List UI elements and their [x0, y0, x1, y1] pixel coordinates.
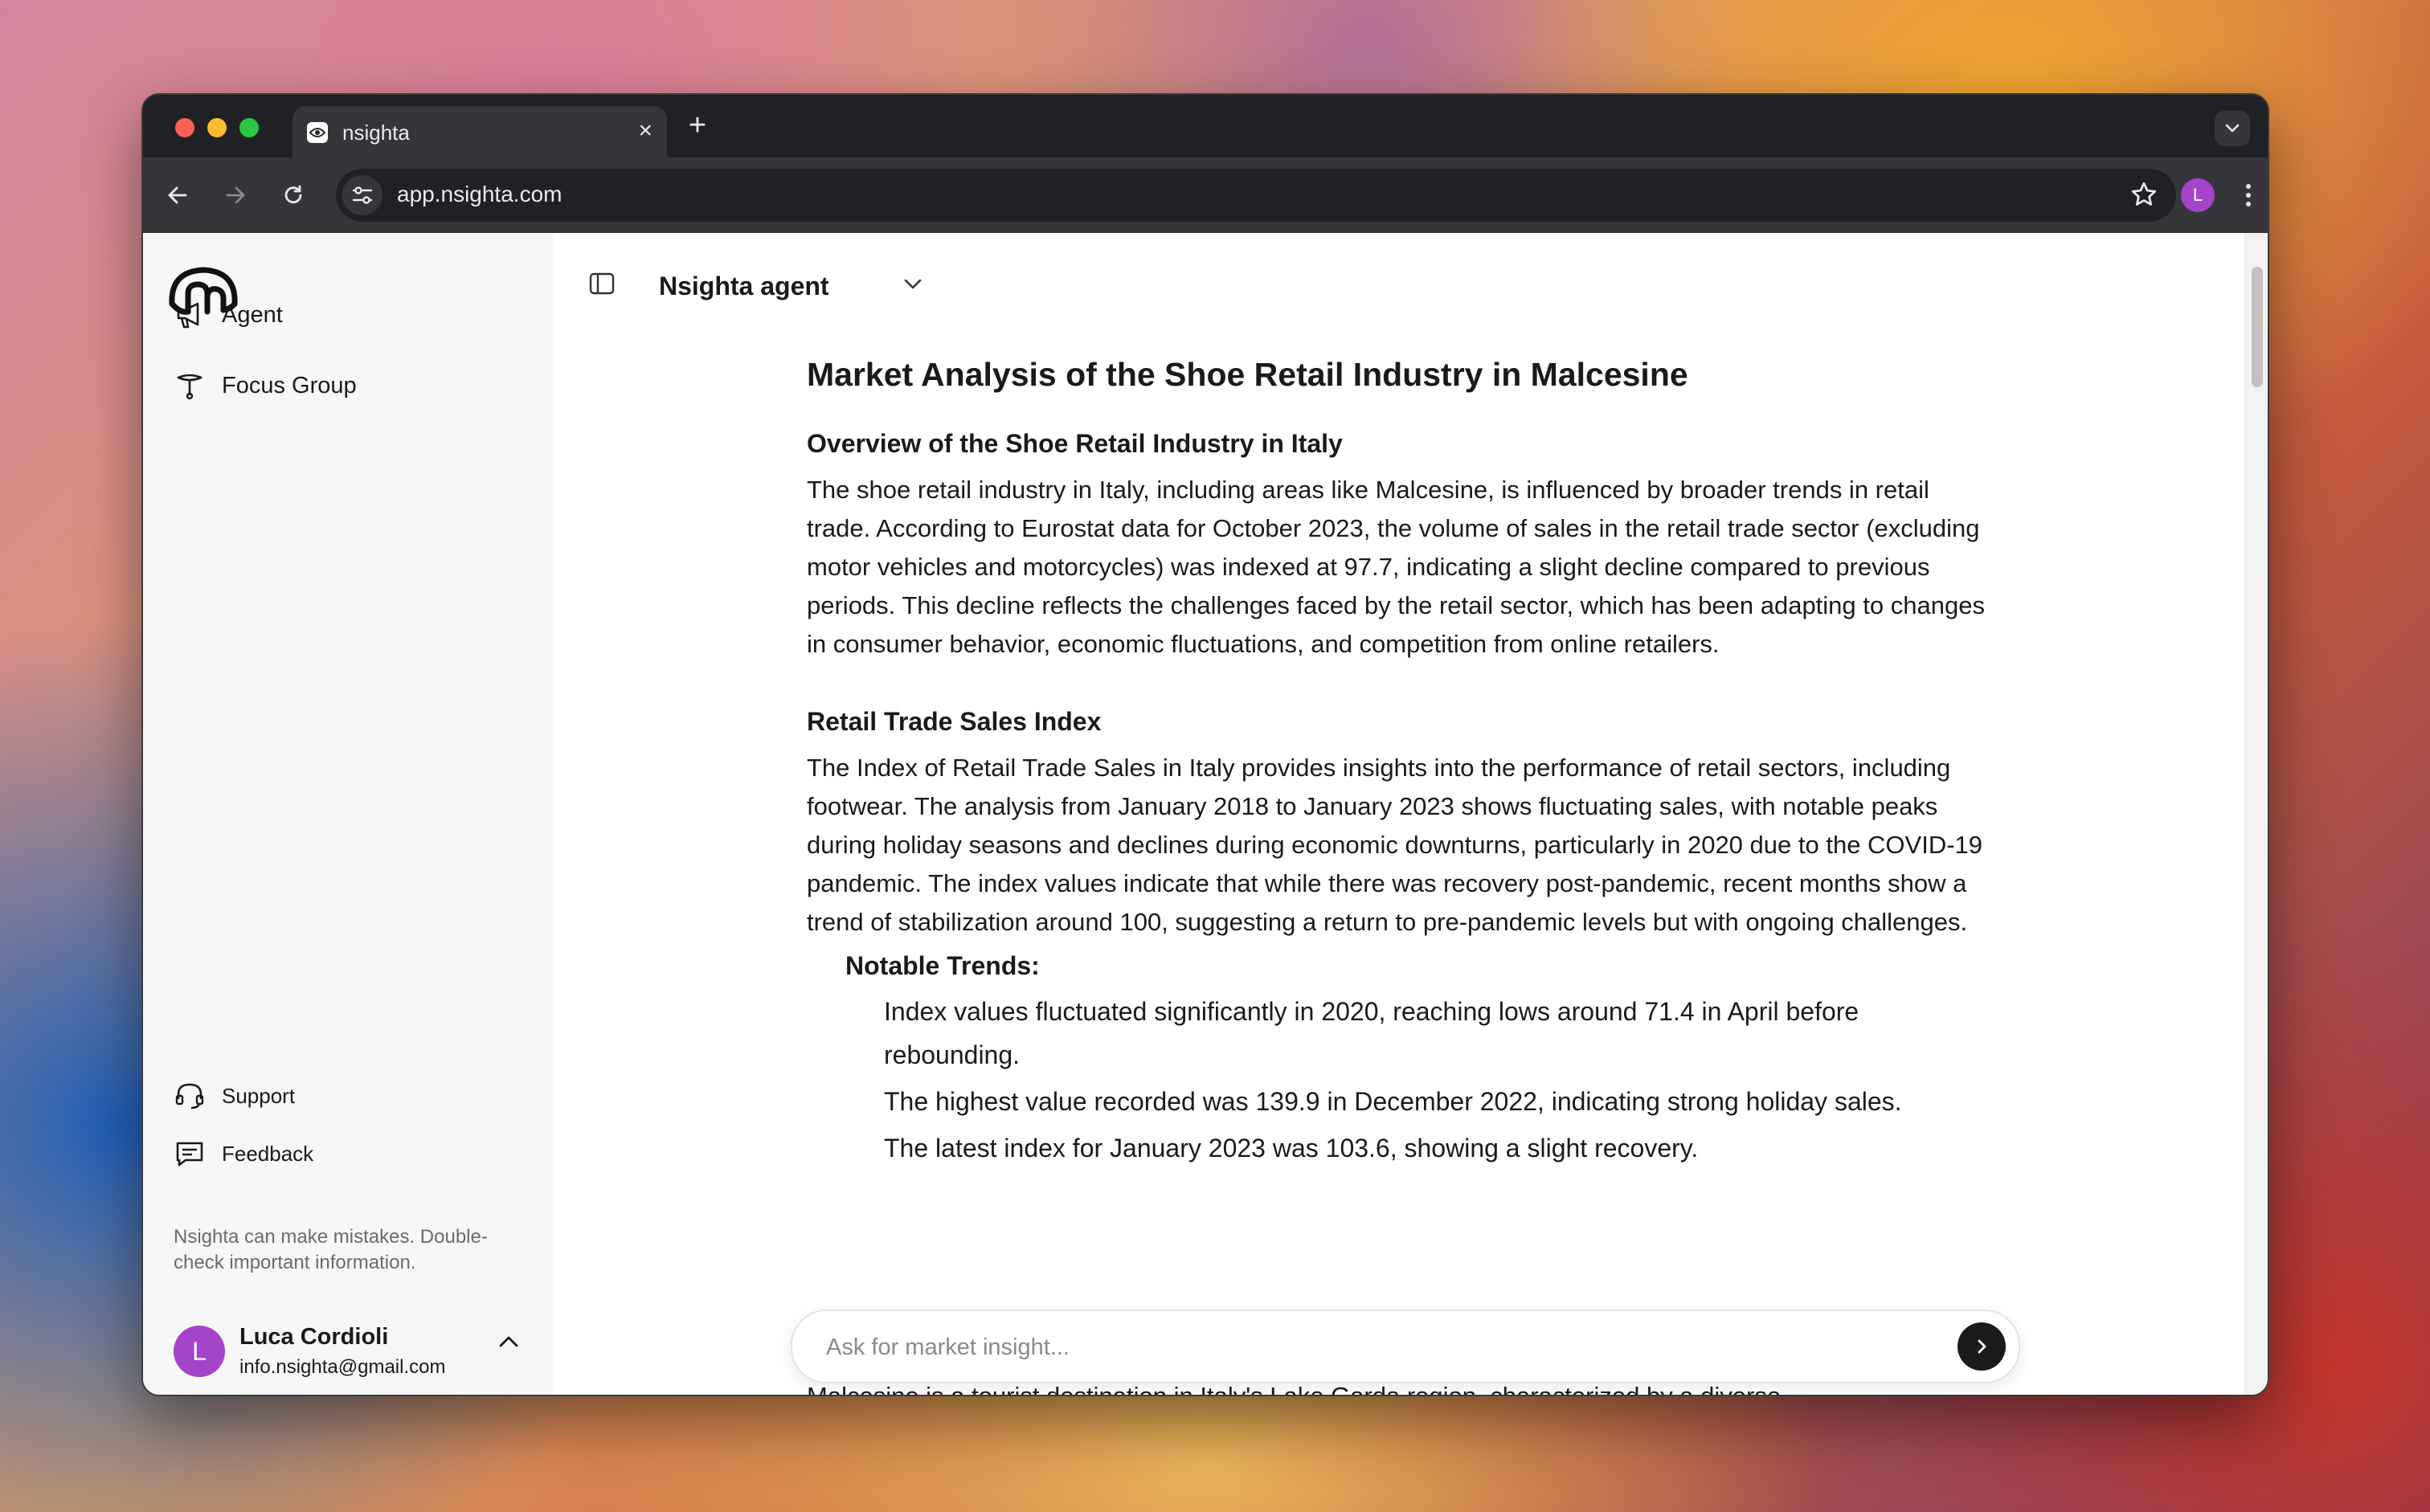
- megaphone-icon: [177, 302, 199, 329]
- new-tab-button[interactable]: +: [681, 109, 714, 141]
- chevron-right-icon: [1978, 1339, 1986, 1354]
- more-vertical-icon: [2246, 184, 2251, 206]
- chat-input[interactable]: [824, 1329, 1937, 1366]
- sidebar-item-label: Support: [222, 1083, 296, 1108]
- disclaimer-text: Nsighta can make mistakes. Double-check …: [174, 1226, 488, 1273]
- sidebar-item-label: Agent: [222, 301, 283, 328]
- tab-close-icon[interactable]: ×: [638, 117, 652, 145]
- browser-toolbar: app.nsighta.com L: [143, 157, 2268, 233]
- sidebar-item-focus-group[interactable]: Focus Group: [174, 371, 357, 400]
- reload-icon: [284, 185, 302, 204]
- tab-title: nsighta: [342, 121, 410, 145]
- tab-search-button[interactable]: [2215, 111, 2250, 146]
- site-settings-icon[interactable]: [342, 175, 382, 215]
- sidebar-item-label: Feedback: [222, 1141, 314, 1166]
- section-heading: Retail Trade Sales Index: [807, 707, 1102, 736]
- minimize-window-button[interactable]: [207, 118, 227, 137]
- page-viewport: Agent Focus Group Support Feedback Nsigh…: [143, 233, 2268, 1395]
- user-name: Luca Cordioli: [239, 1324, 389, 1350]
- browser-menu-button[interactable]: [2232, 177, 2264, 214]
- chevron-up-icon[interactable]: [498, 1335, 519, 1352]
- sidebar-item-label: Focus Group: [222, 372, 357, 398]
- profile-avatar[interactable]: L: [2181, 178, 2215, 212]
- list-item: The highest value recorded was 139.9 in …: [884, 1087, 1902, 1116]
- section-heading: Overview of the Shoe Retail Industry in …: [807, 429, 1343, 458]
- sidebar-toggle-icon[interactable]: [588, 272, 616, 300]
- back-button[interactable]: [161, 178, 194, 212]
- section-body: The shoe retail industry in Italy, inclu…: [807, 476, 1985, 658]
- list-item: The latest index for January 2023 was 10…: [884, 1134, 1699, 1163]
- chat-bubble-icon: [176, 1142, 203, 1167]
- zoom-window-button[interactable]: [239, 118, 259, 137]
- lamp-icon: [177, 374, 202, 400]
- avatar: L: [174, 1326, 225, 1377]
- close-window-button[interactable]: [175, 118, 194, 137]
- agent-selector-title[interactable]: Nsighta agent: [659, 272, 829, 301]
- sidebar-item-support[interactable]: Support: [174, 1081, 295, 1110]
- scrollbar[interactable]: [2244, 233, 2268, 1395]
- send-button[interactable]: [1958, 1322, 2006, 1371]
- analysis-content: Market Analysis of the Shoe Retail Indus…: [807, 353, 1996, 1173]
- sidebar: Agent Focus Group Support Feedback Nsigh…: [143, 233, 553, 1395]
- list-item: Index values fluctuated significantly in…: [884, 997, 1859, 1069]
- section-body: The Index of Retail Trade Sales in Italy…: [807, 754, 1983, 936]
- headset-icon: [175, 1083, 204, 1109]
- forward-button[interactable]: [219, 178, 252, 212]
- chevron-down-icon: [2225, 124, 2240, 133]
- chat-composer: [791, 1310, 2020, 1383]
- reload-button[interactable]: [276, 178, 310, 212]
- sidebar-item-agent[interactable]: Agent: [174, 300, 283, 329]
- user-email: info.nsighta@gmail.com: [239, 1356, 446, 1378]
- user-menu[interactable]: L Luca Cordioli info.nsighta@gmail.com: [174, 1318, 527, 1382]
- trends-heading: Notable Trends:: [845, 951, 1040, 980]
- article-title: Market Analysis of the Shoe Retail Indus…: [807, 356, 1688, 393]
- address-bar[interactable]: app.nsighta.com: [336, 169, 2176, 222]
- scrollbar-thumb[interactable]: [2252, 267, 2263, 387]
- url-text[interactable]: app.nsighta.com: [397, 182, 562, 207]
- bookmark-star-icon[interactable]: [2129, 180, 2158, 213]
- arrow-left-icon: [168, 186, 187, 204]
- browser-tab[interactable]: nsighta ×: [292, 106, 667, 157]
- chevron-down-icon[interactable]: [903, 278, 922, 295]
- sidebar-item-feedback[interactable]: Feedback: [174, 1139, 313, 1168]
- tab-bar: nsighta × +: [143, 95, 2268, 157]
- arrow-right-icon: [226, 186, 245, 204]
- main-panel: Nsighta agent Market Analysis of the Sho…: [553, 233, 2260, 1395]
- eye-favicon-icon: [307, 122, 328, 143]
- browser-window: nsighta × + app.nsighta.com L Agent Focu…: [141, 93, 2269, 1396]
